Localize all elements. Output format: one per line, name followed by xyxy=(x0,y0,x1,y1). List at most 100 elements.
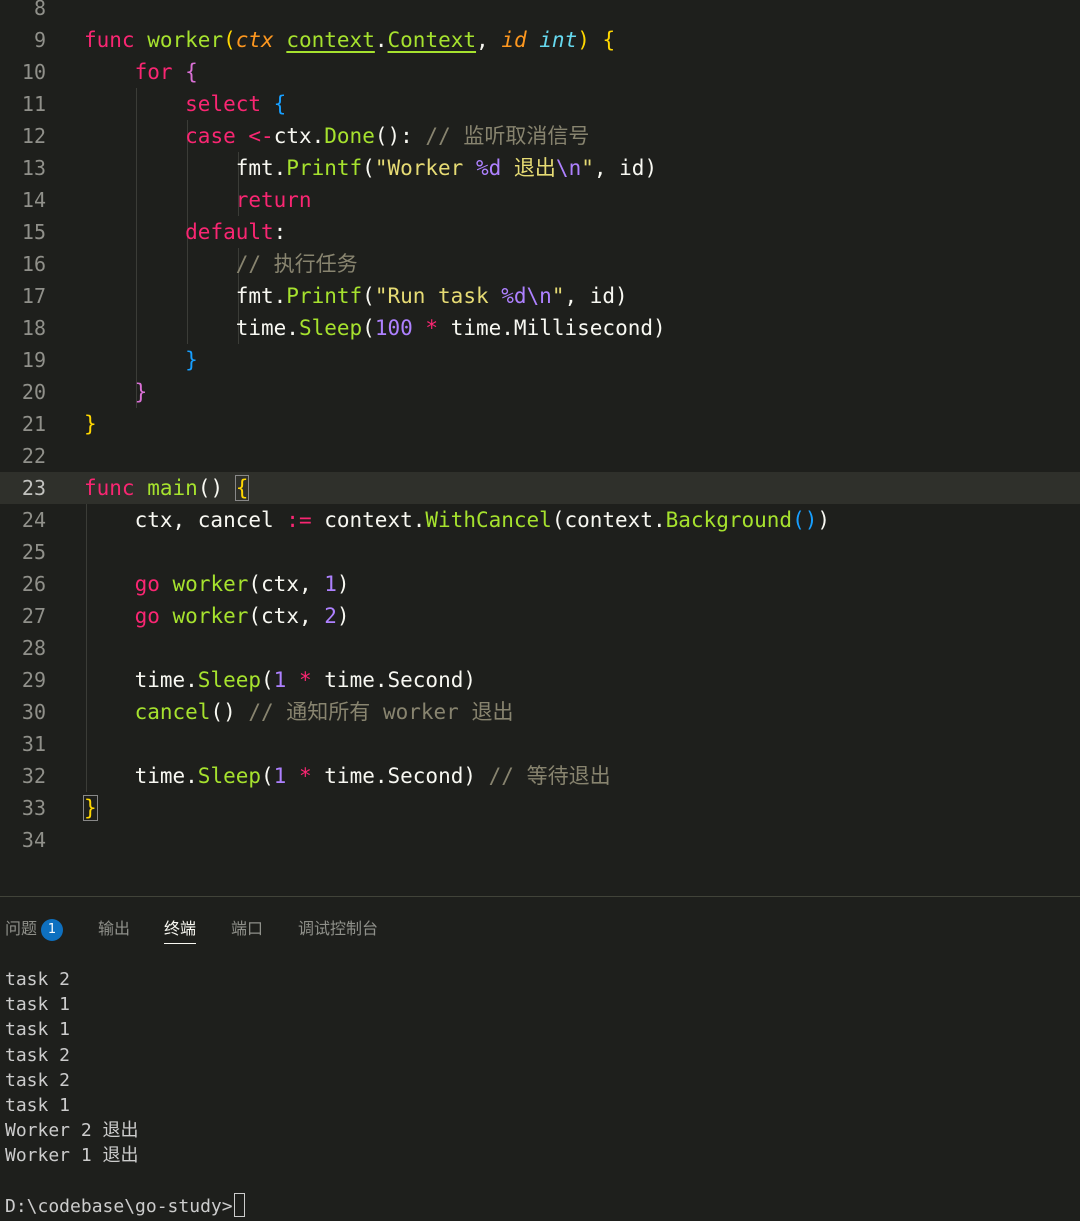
line-number: 17 xyxy=(21,284,46,308)
code-token: 1 xyxy=(273,668,287,692)
code-text: fmt.Printf("Run task %d\n", id) xyxy=(84,280,628,312)
code-token: { xyxy=(234,475,250,501)
tab-output-label: 输出 xyxy=(98,919,131,938)
code-line[interactable]: 22 xyxy=(0,440,1080,472)
code-line[interactable]: 27 go worker(ctx, 2) xyxy=(0,600,1080,632)
tab-debug-console-label: 调试控制台 xyxy=(298,919,379,938)
code-text: fmt.Printf("Worker %d 退出\n", id) xyxy=(84,152,657,184)
code-token: ctx, cancel xyxy=(84,508,287,532)
tab-terminal[interactable]: 终端 xyxy=(164,915,197,944)
code-token: main xyxy=(147,476,198,500)
line-number: 32 xyxy=(21,764,46,788)
code-token: go xyxy=(134,604,160,628)
code-line[interactable]: 32 time.Sleep(1 * time.Second) // 等待退出 xyxy=(0,760,1080,792)
code-line[interactable]: 9 func worker(ctx context.Context, id int… xyxy=(0,24,1080,56)
code-token: id xyxy=(501,28,527,52)
code-line[interactable]: 18 time.Sleep(100 * time.Millisecond) xyxy=(0,312,1080,344)
code-token: } xyxy=(185,348,198,372)
code-line[interactable]: 8 xyxy=(0,0,1080,24)
line-number: 29 xyxy=(21,668,46,692)
line-number: 9 xyxy=(33,28,46,52)
code-line[interactable]: 20 } xyxy=(0,376,1080,408)
tab-debug-console[interactable]: 调试控制台 xyxy=(298,915,378,943)
tab-problems[interactable]: 问题 1 xyxy=(5,915,64,943)
line-number: 26 xyxy=(21,572,46,596)
code-token: ( xyxy=(261,764,274,788)
code-line[interactable]: 28 xyxy=(0,632,1080,664)
code-text: for { xyxy=(84,56,198,88)
code-token: Done xyxy=(324,124,375,148)
code-text: return xyxy=(84,184,312,216)
code-token: 100 xyxy=(374,316,413,340)
code-line[interactable]: 26 go worker(ctx, 1) xyxy=(0,568,1080,600)
code-token: ) xyxy=(577,28,590,52)
terminal-output[interactable]: task 2 task 1 task 1 task 2 task 2 task … xyxy=(5,967,1075,1169)
code-token: WithCancel xyxy=(425,508,552,532)
code-line[interactable]: 12 case <-ctx.Done(): // 监听取消信号 xyxy=(0,120,1080,152)
line-number: 27 xyxy=(21,604,46,628)
code-line[interactable]: 30 cancel() // 通知所有 worker 退出 xyxy=(0,696,1080,728)
line-number: 30 xyxy=(21,700,46,724)
code-line[interactable]: 31 xyxy=(0,728,1080,760)
code-token: Context xyxy=(387,28,477,52)
code-line[interactable]: 15 default: xyxy=(0,216,1080,248)
code-line[interactable]: 25 xyxy=(0,536,1080,568)
code-token: ) xyxy=(336,604,350,628)
code-token: context. xyxy=(311,508,426,532)
code-token: func xyxy=(84,28,135,52)
code-line[interactable]: 21} xyxy=(0,408,1080,440)
code-line[interactable]: 10 for { xyxy=(0,56,1080,88)
code-line[interactable]: 19 } xyxy=(0,344,1080,376)
code-token: go xyxy=(134,572,160,596)
code-line[interactable]: 23 func main() { xyxy=(0,472,1080,504)
code-token: int xyxy=(539,28,578,52)
code-line[interactable]: 11 select { xyxy=(0,88,1080,120)
code-line[interactable]: 13 fmt.Printf("Worker %d 退出\n", id) xyxy=(0,152,1080,184)
code-text: } xyxy=(84,344,198,376)
terminal-line: Worker 2 退出 xyxy=(5,1120,139,1142)
tab-output[interactable]: 输出 xyxy=(98,915,130,943)
code-line[interactable]: 14 return xyxy=(0,184,1080,216)
code-token: } xyxy=(134,380,148,404)
code-text: time.Sleep(1 * time.Second) xyxy=(84,664,476,696)
line-number: 11 xyxy=(21,92,46,116)
code-token: Sleep xyxy=(298,316,363,340)
code-token: , id) xyxy=(593,156,658,180)
code-editor[interactable]: 8 9 func worker(ctx context.Context, id in… xyxy=(0,0,1080,896)
code-line[interactable]: 17 fmt.Printf("Run task %d\n", id) xyxy=(0,280,1080,312)
code-token: Background xyxy=(665,508,793,532)
code-line[interactable]: 29 time.Sleep(1 * time.Second) xyxy=(0,664,1080,696)
code-token: cancel xyxy=(134,700,211,724)
terminal-line: task 2 xyxy=(5,969,71,990)
code-token: time. xyxy=(84,764,198,788)
code-token: := xyxy=(286,508,312,532)
code-token: ( xyxy=(362,156,375,180)
code-token: default xyxy=(185,220,274,244)
terminal-line: task 2 xyxy=(5,1069,71,1091)
code-line[interactable]: 16 // 执行任务 xyxy=(0,248,1080,280)
code-token: ) xyxy=(817,508,831,532)
code-token: * xyxy=(298,764,312,788)
code-token: ctx. xyxy=(273,124,325,148)
tab-problems-label: 问题 xyxy=(5,919,38,938)
code-text: default: xyxy=(84,216,286,248)
code-token: time.Second) xyxy=(311,668,477,692)
code-token: // 监听取消信号 xyxy=(425,124,590,148)
code-token: Sleep xyxy=(197,668,262,692)
code-line[interactable]: 34 xyxy=(0,824,1080,856)
terminal-prompt[interactable]: D:\codebase\go-study> xyxy=(5,1193,245,1217)
code-token: (ctx, xyxy=(248,572,325,596)
code-line[interactable]: 33} xyxy=(0,792,1080,824)
code-token: "Run task xyxy=(374,284,502,308)
tab-ports[interactable]: 端口 xyxy=(231,915,263,943)
code-line[interactable]: 24 ctx, cancel := context.WithCancel(con… xyxy=(0,504,1080,536)
